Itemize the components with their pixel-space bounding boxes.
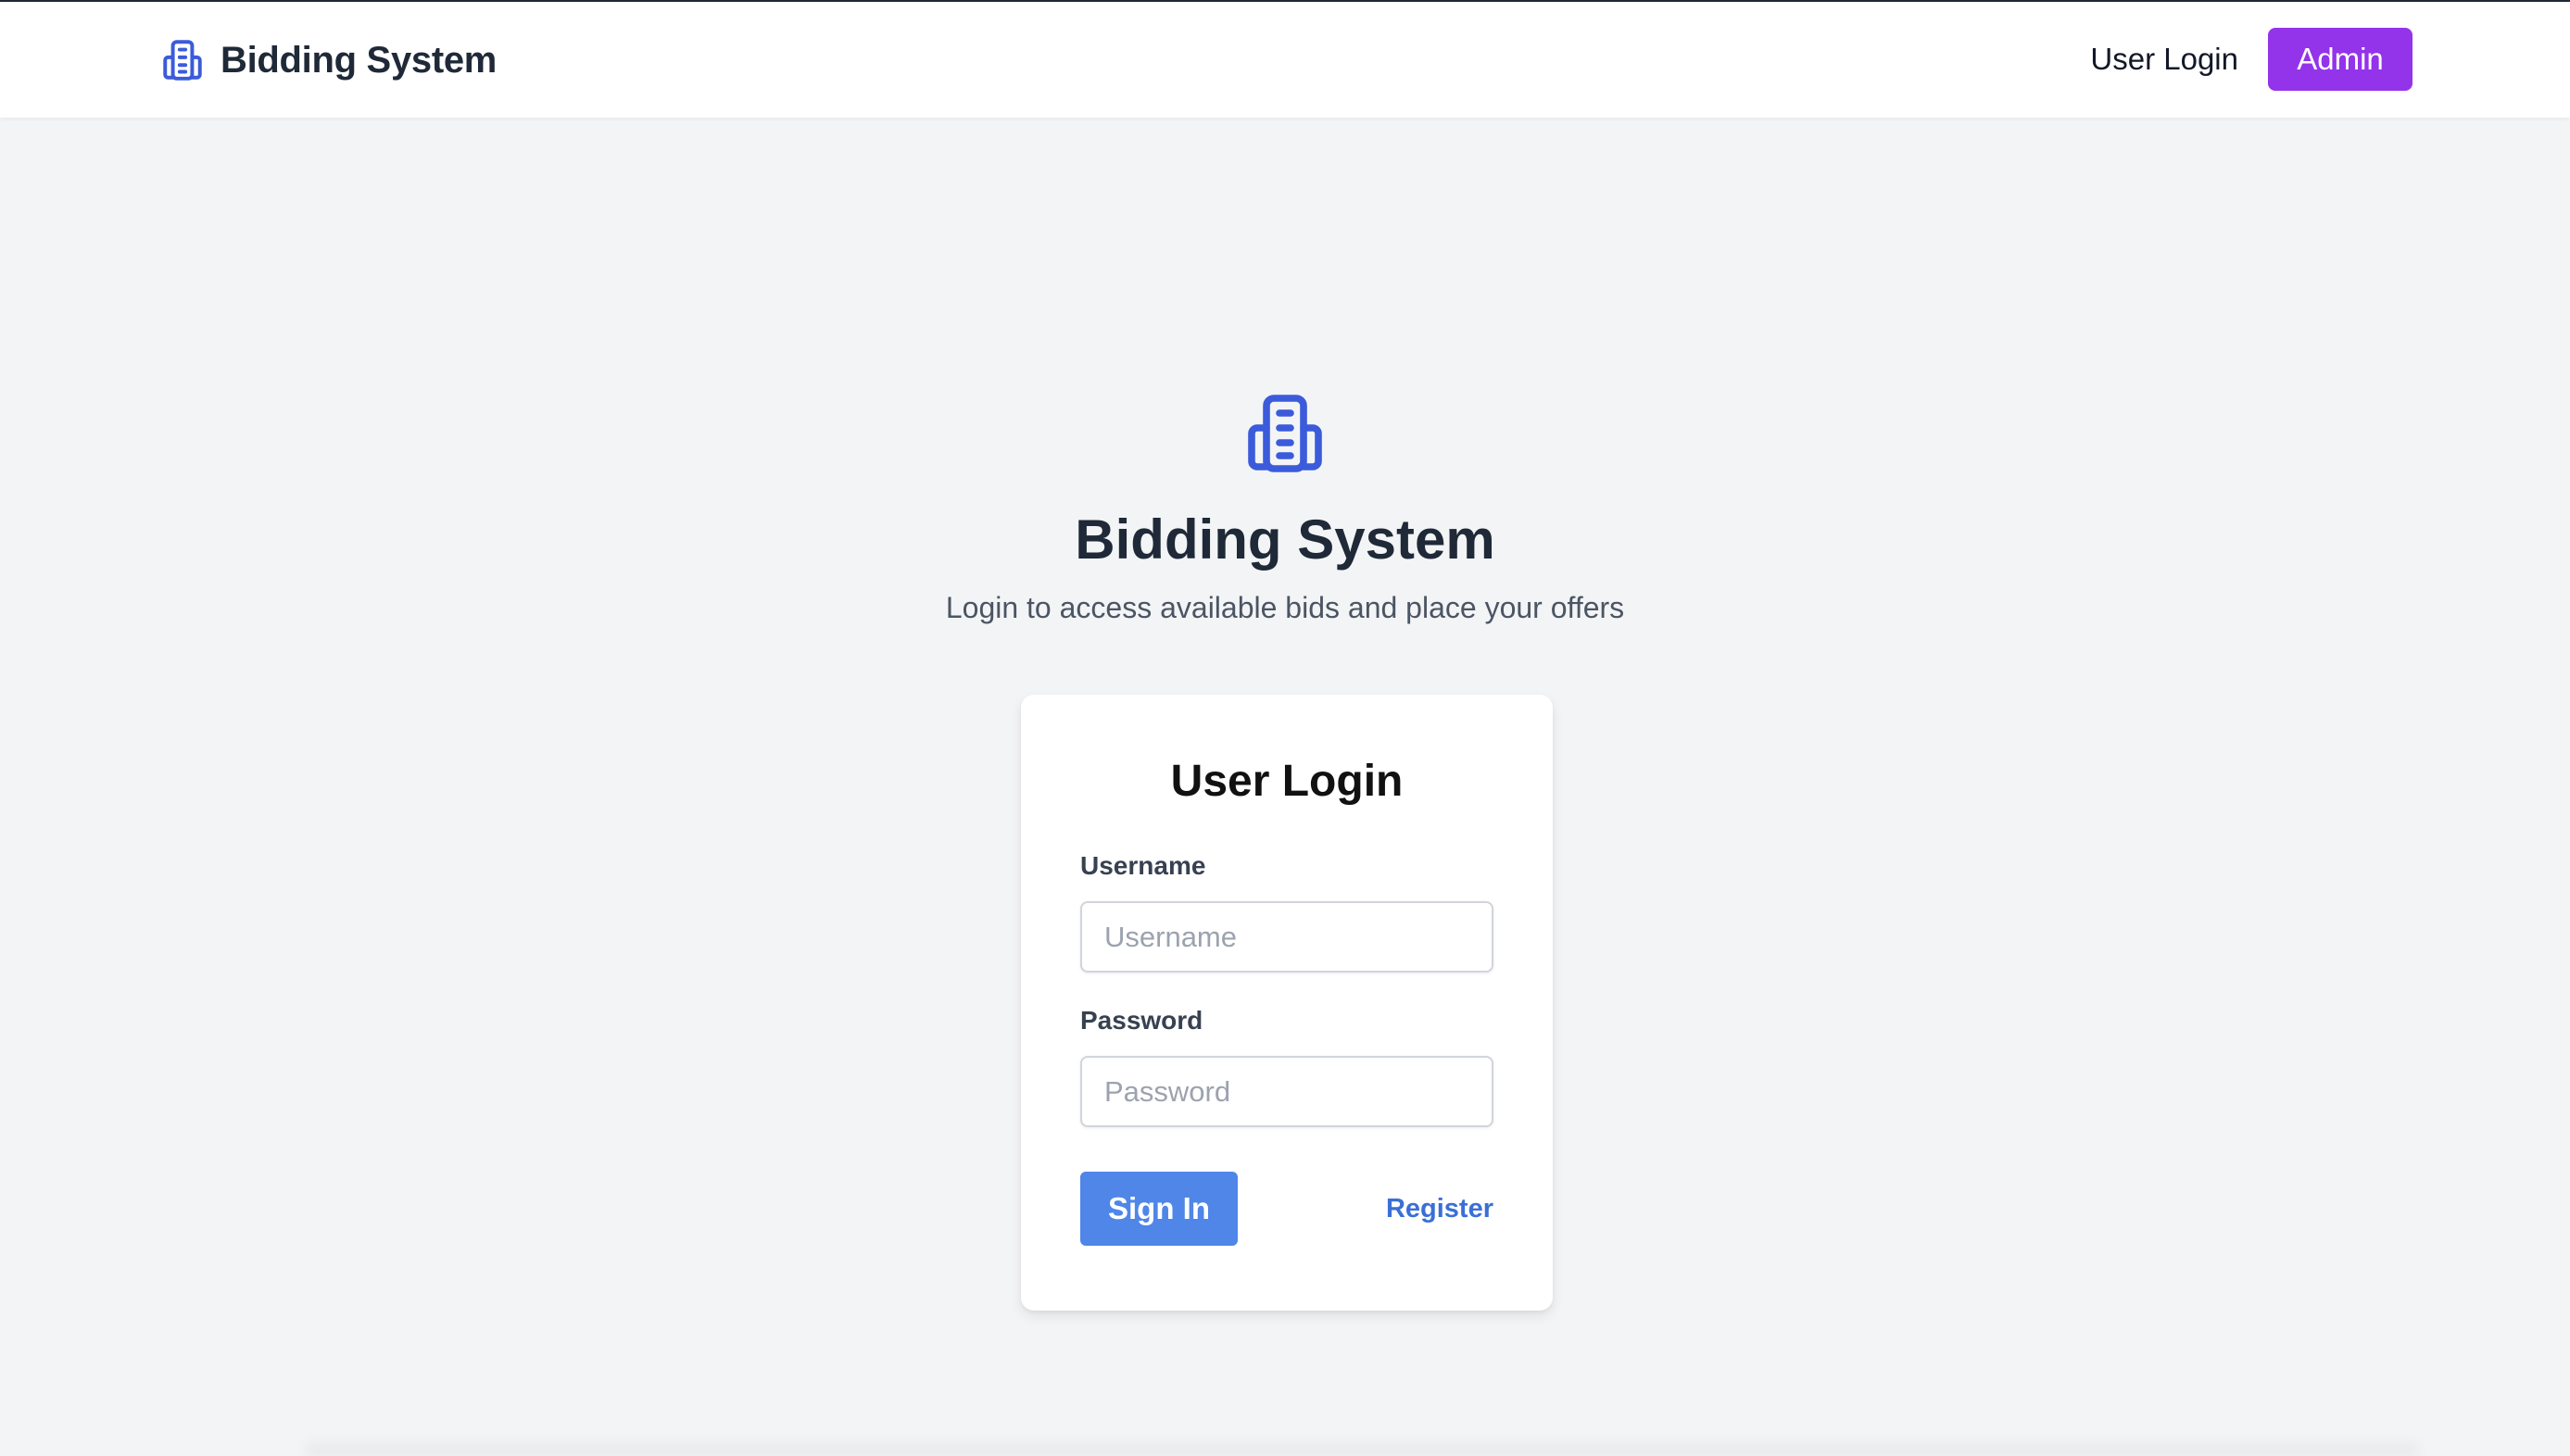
building-icon: [1248, 395, 1322, 472]
login-card-title: User Login: [1170, 757, 1404, 806]
username-label: Username: [1080, 851, 1206, 880]
hero: Bidding System Login to access available…: [0, 389, 2570, 625]
login-card: User Login Username Password Sign In Reg…: [1021, 695, 1553, 1311]
password-input[interactable]: [1080, 1056, 1493, 1127]
username-input[interactable]: [1080, 901, 1493, 973]
nav-links: User Login Admin: [2090, 28, 2413, 91]
brand-title: Bidding System: [220, 39, 498, 81]
password-label: Password: [1080, 1006, 1203, 1035]
navbar: Bidding System User Login Admin: [0, 2, 2570, 118]
page-subtitle: Login to access available bids and place…: [945, 591, 1625, 624]
sign-in-button[interactable]: Sign In: [1080, 1172, 1238, 1246]
login-actions: Sign In Register: [1080, 1172, 1493, 1246]
page-title: Bidding System: [1075, 508, 1495, 571]
nav-user-login-link[interactable]: User Login: [2090, 42, 2238, 77]
brand[interactable]: Bidding System: [159, 35, 497, 85]
building-icon: [163, 40, 202, 81]
admin-button[interactable]: Admin: [2268, 28, 2413, 91]
bottom-panel-shadow: [306, 1437, 2418, 1456]
register-link[interactable]: Register: [1386, 1194, 1493, 1224]
